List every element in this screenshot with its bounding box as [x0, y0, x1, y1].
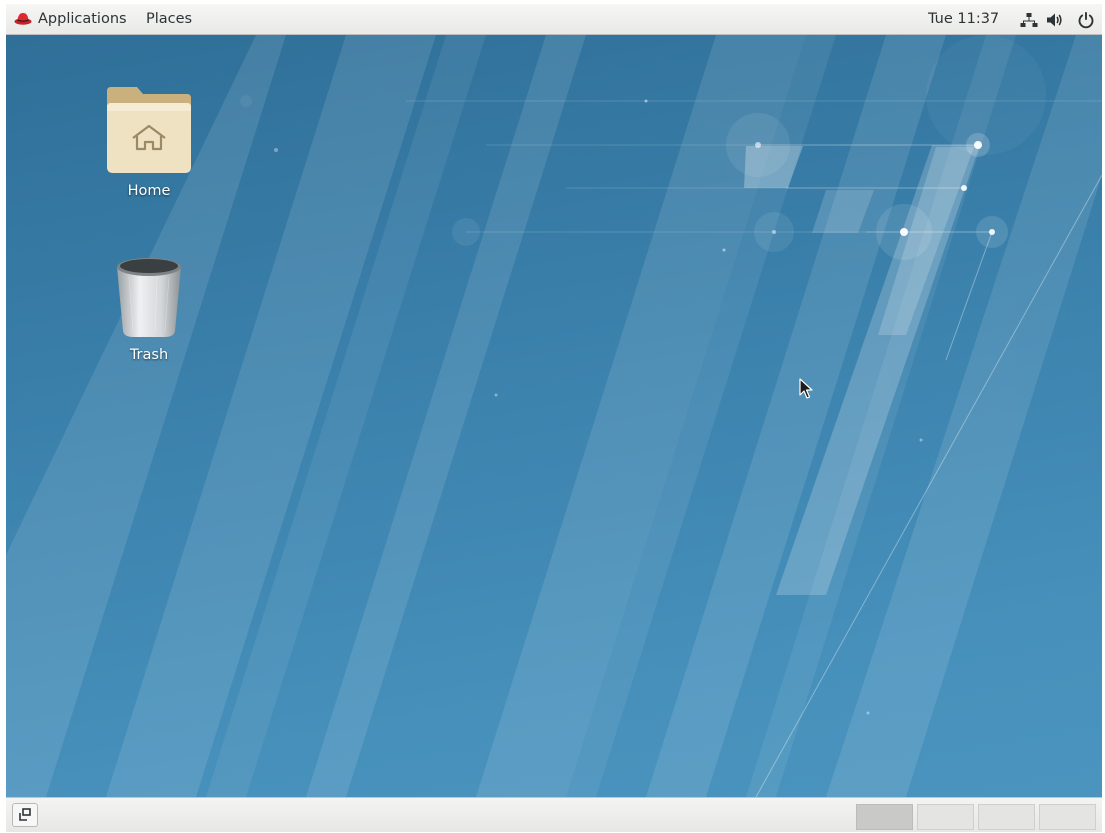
- workspace-4[interactable]: [1039, 804, 1096, 830]
- power-icon[interactable]: [1077, 11, 1095, 29]
- desktop-item-trash[interactable]: Trash: [94, 253, 204, 363]
- desktop-item-label: Trash: [129, 347, 169, 363]
- desktop-item-home[interactable]: Home: [94, 85, 204, 199]
- desktop[interactable]: Home Trash: [6, 35, 1102, 797]
- top-panel: Applications Places Tue 11:37: [6, 4, 1102, 35]
- workspace-2[interactable]: [917, 804, 974, 830]
- workspace-1[interactable]: [856, 804, 913, 830]
- network-icon[interactable]: [1020, 11, 1038, 29]
- bottom-panel: [6, 797, 1102, 832]
- redhat-icon: [14, 13, 32, 25]
- trash-icon: [117, 258, 181, 337]
- applications-menu[interactable]: Applications: [14, 4, 127, 35]
- home-folder-icon: [107, 87, 191, 173]
- show-desktop-icon: [19, 808, 31, 821]
- screen: Applications Places Tue 11:37 Home Trash: [6, 4, 1102, 832]
- show-desktop-button[interactable]: [12, 803, 38, 827]
- mouse-cursor-icon: [799, 378, 813, 399]
- desktop-item-label: Home: [127, 183, 171, 199]
- clock[interactable]: Tue 11:37: [928, 4, 999, 35]
- workspace-3[interactable]: [978, 804, 1035, 830]
- volume-icon[interactable]: [1046, 11, 1064, 29]
- places-menu[interactable]: Places: [146, 4, 192, 35]
- places-label: Places: [146, 11, 193, 27]
- applications-label: Applications: [38, 11, 127, 27]
